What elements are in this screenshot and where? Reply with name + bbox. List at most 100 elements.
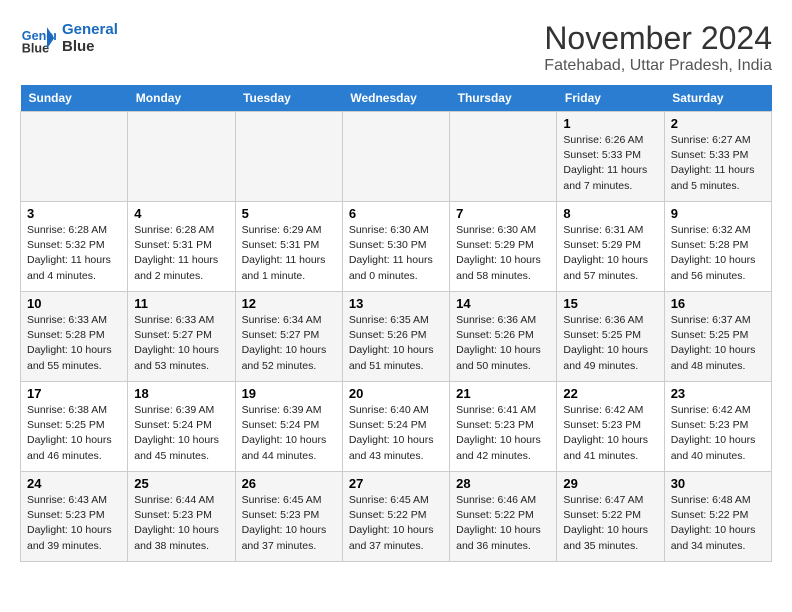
cell-detail: Daylight: 10 hours and 39 minutes. <box>27 523 121 553</box>
calendar-week-1: 1Sunrise: 6:26 AMSunset: 5:33 PMDaylight… <box>21 112 772 202</box>
cell-detail: Sunset: 5:24 PM <box>134 418 228 433</box>
day-number: 1 <box>563 116 657 131</box>
cell-detail: Daylight: 10 hours and 56 minutes. <box>671 253 765 283</box>
page-header: General Blue General Blue November 2024 … <box>20 20 772 75</box>
day-number: 7 <box>456 206 550 221</box>
cell-detail: Sunrise: 6:30 AM <box>349 223 443 238</box>
day-number: 2 <box>671 116 765 131</box>
calendar-cell: 1 Sunrise: 6:26 AMSunset: 5:33 PMDaylight… <box>557 112 664 202</box>
day-number: 11 <box>134 296 228 311</box>
cell-detail: Daylight: 10 hours and 43 minutes. <box>349 433 443 463</box>
cell-detail: Sunrise: 6:42 AM <box>563 403 657 418</box>
calendar-cell: 5Sunrise: 6:29 AMSunset: 5:31 PMDaylight… <box>235 202 342 292</box>
cell-detail: Sunset: 5:27 PM <box>134 328 228 343</box>
day-number: 28 <box>456 476 550 491</box>
cell-detail: Sunrise: 6:39 AM <box>134 403 228 418</box>
day-number: 14 <box>456 296 550 311</box>
calendar-cell <box>235 112 342 202</box>
day-number: 23 <box>671 386 765 401</box>
cell-detail: Sunset: 5:25 PM <box>563 328 657 343</box>
cell-detail: Daylight: 11 hours and 7 minutes. <box>563 163 657 193</box>
cell-detail: Daylight: 10 hours and 41 minutes. <box>563 433 657 463</box>
day-number: 15 <box>563 296 657 311</box>
weekday-tuesday: Tuesday <box>235 85 342 112</box>
cell-detail: Daylight: 11 hours and 1 minute. <box>242 253 336 283</box>
cell-detail: Daylight: 10 hours and 37 minutes. <box>349 523 443 553</box>
cell-detail: Sunrise: 6:33 AM <box>134 313 228 328</box>
day-number: 17 <box>27 386 121 401</box>
day-number: 16 <box>671 296 765 311</box>
cell-detail: Sunrise: 6:43 AM <box>27 493 121 508</box>
cell-detail: Sunset: 5:28 PM <box>27 328 121 343</box>
cell-detail: Daylight: 10 hours and 49 minutes. <box>563 343 657 373</box>
cell-detail: Daylight: 10 hours and 50 minutes. <box>456 343 550 373</box>
cell-detail: Daylight: 11 hours and 5 minutes. <box>671 163 765 193</box>
calendar-cell: 16Sunrise: 6:37 AMSunset: 5:25 PMDayligh… <box>664 292 771 382</box>
cell-detail: Sunrise: 6:27 AM <box>671 133 765 148</box>
cell-detail: Sunset: 5:31 PM <box>134 238 228 253</box>
calendar-cell: 6Sunrise: 6:30 AMSunset: 5:30 PMDaylight… <box>342 202 449 292</box>
cell-detail: Sunrise: 6:37 AM <box>671 313 765 328</box>
calendar-cell: 14 Sunrise: 6:36 AMSunset: 5:26 PMDayligh… <box>450 292 557 382</box>
day-number: 19 <box>242 386 336 401</box>
day-number: 3 <box>27 206 121 221</box>
cell-detail: Daylight: 10 hours and 42 minutes. <box>456 433 550 463</box>
cell-detail: Sunset: 5:23 PM <box>456 418 550 433</box>
calendar-cell: 7Sunrise: 6:30 AMSunset: 5:29 PMDaylight… <box>450 202 557 292</box>
cell-detail: Sunset: 5:29 PM <box>563 238 657 253</box>
day-number: 22 <box>563 386 657 401</box>
calendar-cell: 29Sunrise: 6:47 AMSunset: 5:22 PMDayligh… <box>557 472 664 562</box>
calendar-cell: 26Sunrise: 6:45 AMSunset: 5:23 PMDayligh… <box>235 472 342 562</box>
cell-detail: Sunrise: 6:33 AM <box>27 313 121 328</box>
cell-detail: Sunrise: 6:44 AM <box>134 493 228 508</box>
cell-detail: Sunrise: 6:36 AM <box>456 313 550 328</box>
cell-detail: Sunrise: 6:30 AM <box>456 223 550 238</box>
calendar-cell: 23Sunrise: 6:42 AMSunset: 5:23 PMDayligh… <box>664 382 771 472</box>
day-number: 26 <box>242 476 336 491</box>
day-number: 4 <box>134 206 228 221</box>
cell-detail: Sunrise: 6:45 AM <box>349 493 443 508</box>
cell-detail: Sunrise: 6:36 AM <box>563 313 657 328</box>
cell-detail: Daylight: 10 hours and 46 minutes. <box>27 433 121 463</box>
cell-detail: Daylight: 10 hours and 52 minutes. <box>242 343 336 373</box>
cell-detail: Daylight: 11 hours and 4 minutes. <box>27 253 121 283</box>
cell-detail: Sunset: 5:27 PM <box>242 328 336 343</box>
cell-detail: Daylight: 10 hours and 53 minutes. <box>134 343 228 373</box>
calendar-table: SundayMondayTuesdayWednesdayThursdayFrid… <box>20 85 772 562</box>
calendar-cell: 15 Sunrise: 6:36 AMSunset: 5:25 PMDayligh… <box>557 292 664 382</box>
cell-detail: Daylight: 10 hours and 51 minutes. <box>349 343 443 373</box>
calendar-cell: 20Sunrise: 6:40 AMSunset: 5:24 PMDayligh… <box>342 382 449 472</box>
logo-line1: General <box>62 21 118 38</box>
cell-detail: Sunrise: 6:41 AM <box>456 403 550 418</box>
calendar-body: 1Sunrise: 6:26 AMSunset: 5:33 PMDaylight… <box>21 112 772 562</box>
cell-detail: Sunrise: 6:47 AM <box>563 493 657 508</box>
svg-text:Blue: Blue <box>22 41 49 55</box>
cell-detail: Sunrise: 6:46 AM <box>456 493 550 508</box>
calendar-cell: 24Sunrise: 6:43 AMSunset: 5:23 PMDayligh… <box>21 472 128 562</box>
calendar-cell: 17Sunrise: 6:38 AMSunset: 5:25 PMDayligh… <box>21 382 128 472</box>
cell-detail: Sunset: 5:26 PM <box>349 328 443 343</box>
day-number: 27 <box>349 476 443 491</box>
cell-detail: Sunrise: 6:48 AM <box>671 493 765 508</box>
cell-detail: Sunset: 5:23 PM <box>242 508 336 523</box>
cell-detail: Sunset: 5:24 PM <box>349 418 443 433</box>
cell-detail: Sunrise: 6:29 AM <box>242 223 336 238</box>
calendar-cell: 18Sunrise: 6:39 AMSunset: 5:24 PMDayligh… <box>128 382 235 472</box>
cell-detail: Sunset: 5:24 PM <box>242 418 336 433</box>
cell-detail: Sunset: 5:26 PM <box>456 328 550 343</box>
cell-detail: Sunset: 5:25 PM <box>27 418 121 433</box>
cell-detail: Sunset: 5:23 PM <box>671 418 765 433</box>
location-title: Fatehabad, Uttar Pradesh, India <box>544 57 772 75</box>
weekday-header-row: SundayMondayTuesdayWednesdayThursdayFrid… <box>21 85 772 112</box>
calendar-cell: 12Sunrise: 6:34 AMSunset: 5:27 PMDayligh… <box>235 292 342 382</box>
cell-detail: Daylight: 10 hours and 45 minutes. <box>134 433 228 463</box>
cell-detail: Daylight: 10 hours and 34 minutes. <box>671 523 765 553</box>
cell-detail: Sunrise: 6:26 AM <box>563 133 657 148</box>
cell-detail: Daylight: 10 hours and 55 minutes. <box>27 343 121 373</box>
day-number: 12 <box>242 296 336 311</box>
cell-detail: Sunset: 5:33 PM <box>563 148 657 163</box>
cell-detail: Sunset: 5:32 PM <box>27 238 121 253</box>
cell-detail: Sunrise: 6:40 AM <box>349 403 443 418</box>
cell-detail: Daylight: 10 hours and 37 minutes. <box>242 523 336 553</box>
cell-detail: Sunset: 5:22 PM <box>456 508 550 523</box>
